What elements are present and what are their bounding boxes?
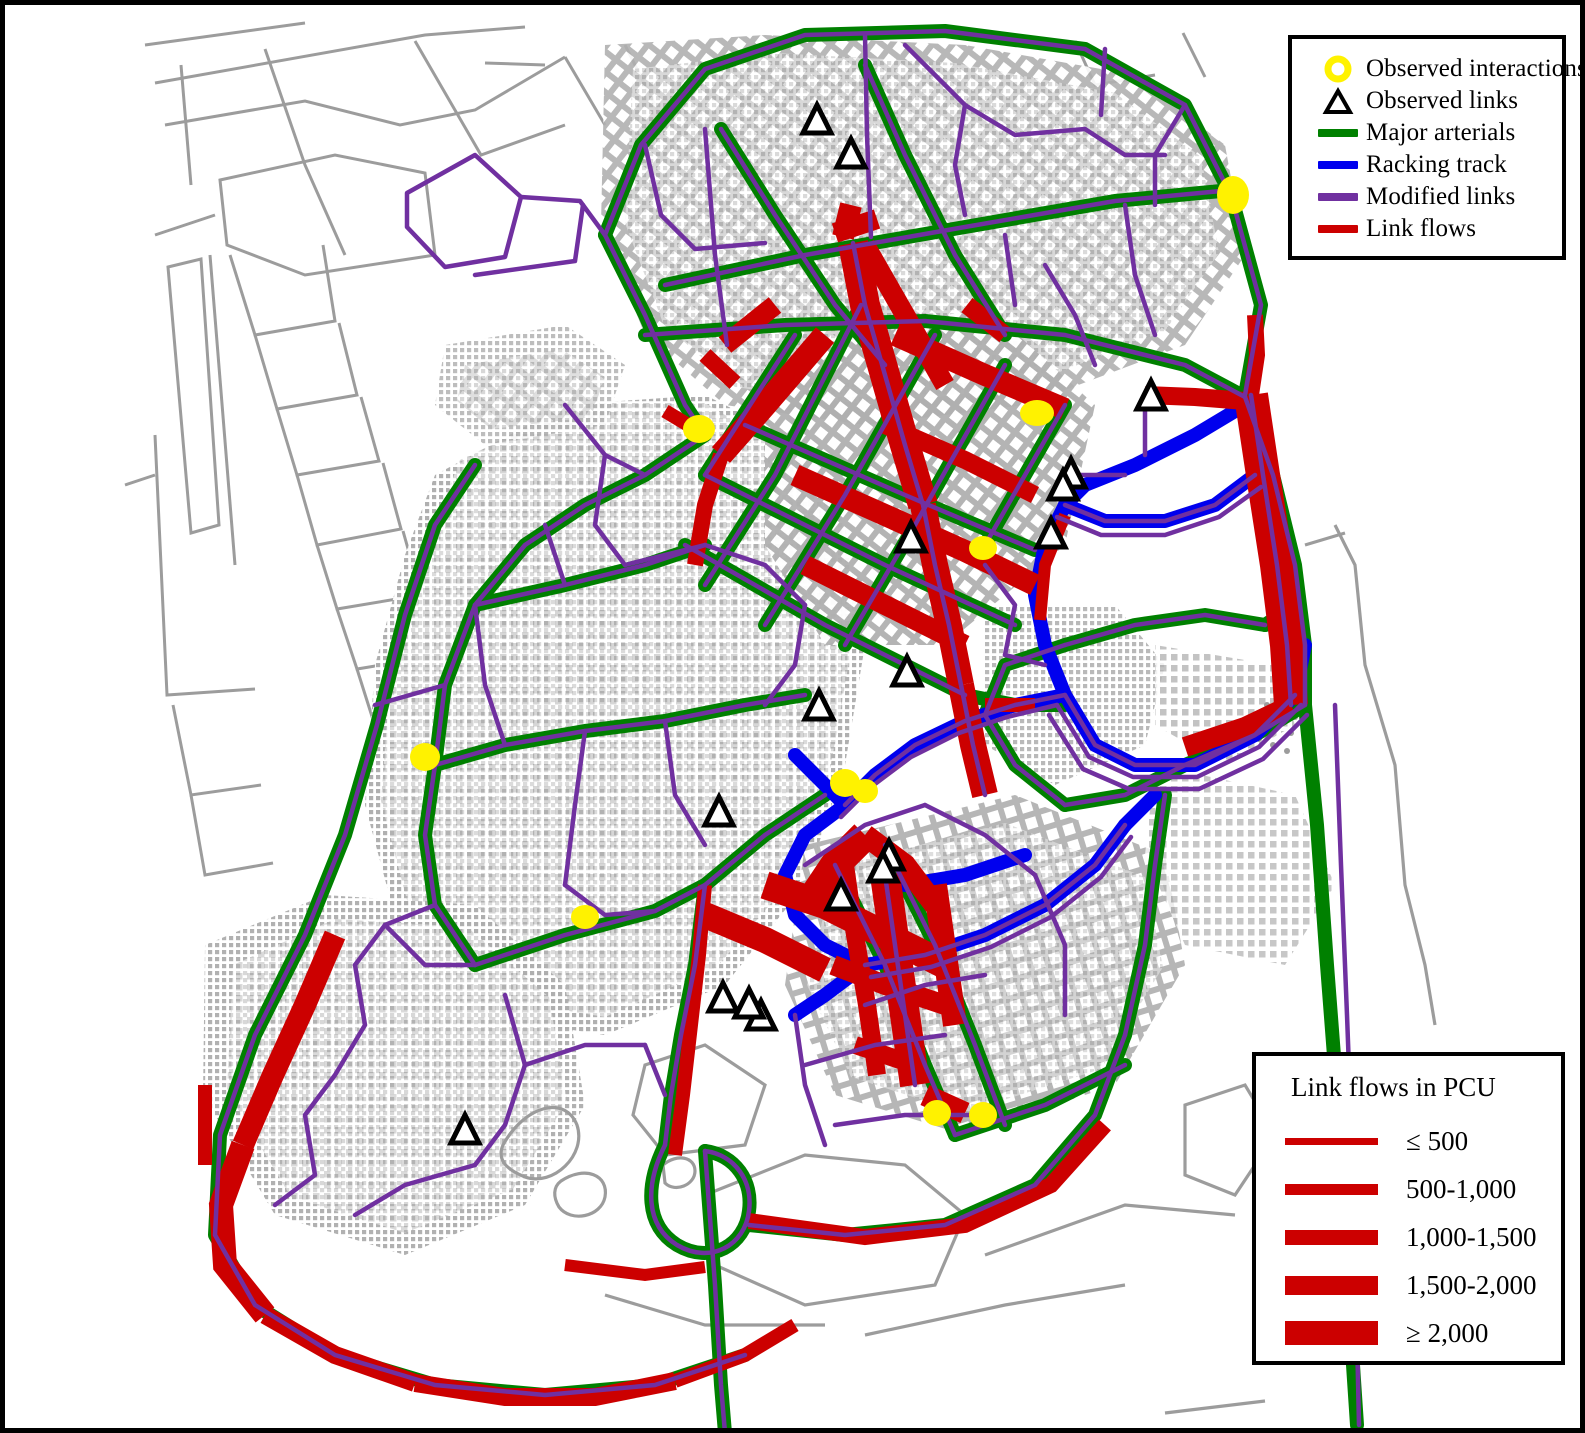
legend-row-observed-interactions: Observed interactions [1310, 53, 1580, 85]
legend-flows-title: Link flows in PCU [1291, 1072, 1496, 1102]
flow-class-row-4: 1,500-2,000 [1256, 1261, 1561, 1309]
legend-label-observed-interactions: Observed interactions [1366, 55, 1585, 82]
blue-line-icon [1310, 161, 1366, 169]
legend-row-major-arterials: Major arterials [1310, 117, 1552, 149]
legend-label-major-arterials: Major arterials [1366, 119, 1516, 146]
flow-swatch-5 [1256, 1321, 1406, 1345]
flow-swatch-3 [1256, 1229, 1406, 1245]
legend-row-racking-track: Racking track [1310, 149, 1552, 181]
legend-label-observed-links: Observed links [1366, 87, 1519, 114]
triangle-outline-icon [1310, 86, 1366, 116]
flow-class-label-5: ≥ 2,000 [1406, 1317, 1489, 1348]
legend-map-features: Observed interactions Observed links Maj… [1288, 35, 1580, 260]
flow-class-row-1: ≤ 500 [1256, 1117, 1561, 1165]
legend-label-link-flows: Link flows [1366, 215, 1477, 242]
flow-class-label-3: 1,000-1,500 [1406, 1221, 1537, 1252]
green-line-icon [1310, 129, 1366, 137]
legend-row-link-flows: Link flows [1310, 213, 1552, 245]
figure-frame: Observed interactions Observed links Maj… [0, 0, 1585, 1433]
flow-class-row-3: 1,000-1,500 [1256, 1213, 1561, 1261]
legend-row-observed-links: Observed links [1310, 85, 1552, 117]
flow-class-row-2: 500-1,000 [1256, 1165, 1561, 1213]
purple-line-icon [1310, 193, 1366, 201]
legend-row-modified-links: Modified links [1310, 181, 1552, 213]
circle-outline-icon [1310, 54, 1366, 84]
flow-class-label-4: 1,500-2,000 [1406, 1269, 1537, 1300]
flow-swatch-1 [1256, 1137, 1406, 1145]
flow-class-row-5: ≥ 2,000 [1256, 1309, 1561, 1357]
flow-class-label-2: 500-1,000 [1406, 1173, 1517, 1204]
legend-label-racking-track: Racking track [1366, 151, 1507, 178]
flow-swatch-2 [1256, 1183, 1406, 1195]
legend-link-flows: Link flows in PCU ≤ 500 500-1,000 1,000-… [1252, 1052, 1565, 1365]
flow-class-label-1: ≤ 500 [1406, 1125, 1469, 1156]
flow-swatch-4 [1256, 1275, 1406, 1295]
legend-label-modified-links: Modified links [1366, 183, 1516, 210]
red-line-icon [1310, 225, 1366, 233]
